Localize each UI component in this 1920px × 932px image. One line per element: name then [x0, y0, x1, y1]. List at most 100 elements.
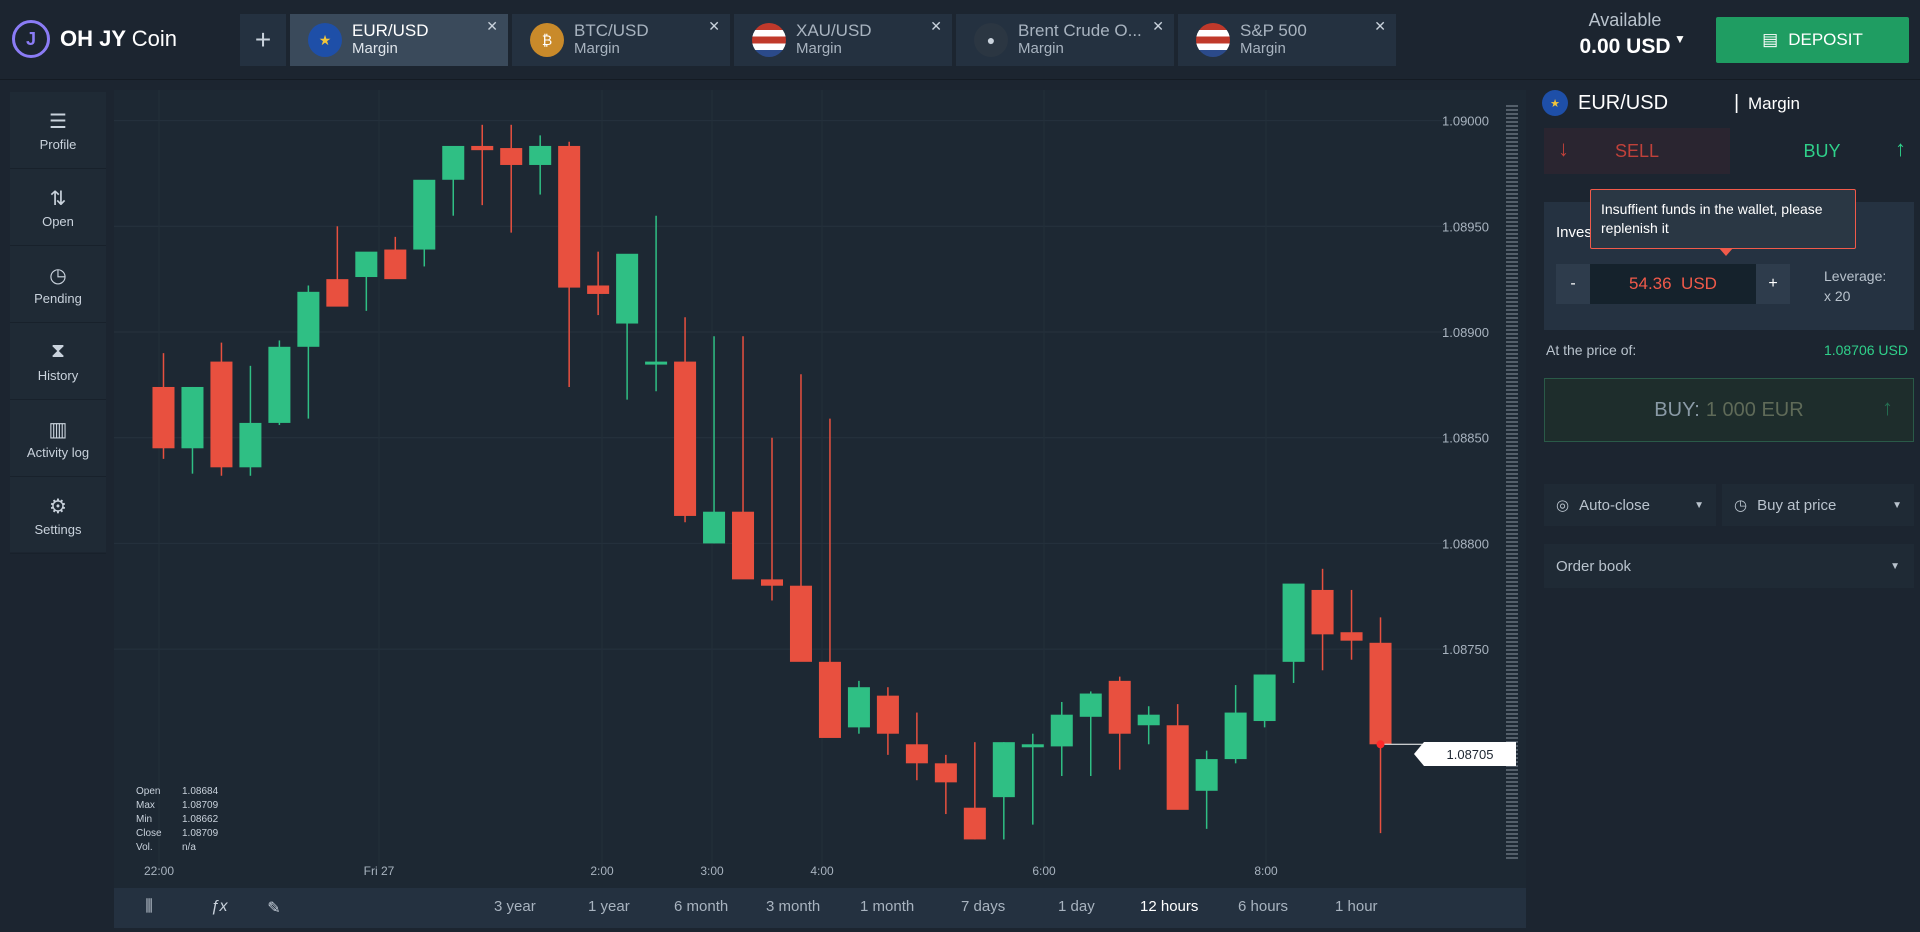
increase-button[interactable]: +: [1756, 264, 1790, 304]
ohlc-close-label: Close: [136, 828, 162, 839]
sidebar-item-label: Settings: [34, 521, 82, 537]
close-icon[interactable]: ✕: [708, 18, 720, 35]
tab-sub: Margin: [574, 40, 620, 57]
buy-button[interactable]: BUY ↑: [1730, 128, 1914, 174]
y-tick-label: 1.08950: [1442, 219, 1489, 234]
tab-sub: Margin: [352, 40, 398, 57]
x-tick-label: 22:00: [144, 864, 174, 878]
decrease-button[interactable]: -: [1556, 264, 1590, 304]
book-icon: ▥: [48, 418, 68, 441]
tab-sub: Margin: [796, 40, 842, 57]
order-book-dropdown[interactable]: Order book ▼: [1544, 544, 1914, 588]
tab-name: S&P 500: [1240, 21, 1307, 40]
tab-sub: Margin: [1018, 40, 1064, 57]
add-tab-button[interactable]: +: [240, 14, 286, 66]
sidebar-item-profile[interactable]: ☰ Profile: [10, 92, 106, 169]
candle-body: [674, 361, 697, 516]
indicators-fx-icon[interactable]: ƒx: [194, 898, 244, 916]
candle-body: [297, 291, 320, 347]
candles-tool-icon[interactable]: ⫼: [134, 898, 164, 916]
brush-icon[interactable]: ✎: [254, 898, 294, 918]
logo[interactable]: J OH JY Coin: [12, 20, 177, 58]
candle-body: [558, 145, 581, 288]
candle-body: [732, 511, 755, 580]
sidebar-item-open[interactable]: ⇅ Open: [10, 169, 106, 246]
current-price-label: 1.08705: [1414, 742, 1516, 766]
plus-icon: +: [254, 24, 272, 55]
timeframe-7-days[interactable]: 7 days: [961, 898, 1005, 915]
ohlc-vol: n/a: [182, 842, 196, 853]
ohlc-open-label: Open: [136, 786, 161, 797]
buy-at-price-dropdown[interactable]: ◷ Buy at price ▼: [1722, 484, 1914, 526]
balance[interactable]: Available 0.00 USD: [1560, 10, 1690, 59]
buy-submit-label: BUY:: [1654, 398, 1700, 421]
candle-body: [500, 148, 523, 165]
close-icon[interactable]: ✕: [1152, 18, 1164, 35]
candlestick-chart[interactable]: 1.09000 1.08950 1.08900 1.08850 1.08800 1.087…: [114, 90, 1526, 888]
x-tick-label: 3:00: [700, 864, 724, 878]
x-tick-label: 8:00: [1254, 864, 1278, 878]
candle-body: [152, 386, 175, 449]
candle-body: [1340, 632, 1363, 641]
bitcoin-icon: ₿: [530, 23, 564, 57]
sidebar-item-history[interactable]: ⧗ History: [10, 323, 106, 400]
leverage[interactable]: Leverage: x 20: [1824, 266, 1886, 306]
sell-button[interactable]: ↓ SELL: [1544, 128, 1730, 174]
chevron-down-icon[interactable]: ▼: [1674, 32, 1686, 46]
close-icon[interactable]: ✕: [930, 18, 942, 35]
chevron-down-icon: ▼: [1890, 560, 1900, 572]
oil-drop-icon: ●: [974, 23, 1008, 57]
close-icon[interactable]: ✕: [1374, 18, 1386, 35]
timeframe-3-year[interactable]: 3 year: [494, 898, 536, 915]
amount-input[interactable]: 54.36 USD: [1590, 264, 1756, 304]
timeframe-6-month[interactable]: 6 month: [674, 898, 728, 915]
candle-body: [760, 579, 784, 586]
deposit-button[interactable]: ▤ DEPOSIT: [1716, 17, 1909, 63]
chevron-down-icon: ▼: [1694, 499, 1704, 511]
price-chart[interactable]: 1.09000 1.08950 1.08900 1.08850 1.08800 1.087…: [114, 90, 1526, 888]
tab-xau-usd[interactable]: XAU/USD Margin ✕: [734, 14, 952, 66]
leverage-label: Leverage:: [1824, 268, 1887, 284]
y-tick-label: 1.08900: [1442, 325, 1489, 340]
close-icon[interactable]: ✕: [486, 18, 498, 35]
candle-body: [876, 695, 899, 734]
panel-pair: EUR/USD: [1578, 91, 1669, 114]
logo-text: OH JY Coin: [60, 26, 177, 51]
x-tick-label: 2:00: [590, 864, 614, 878]
hourglass-icon: ⧗: [50, 339, 66, 362]
x-tick-label: Fri 27: [364, 864, 395, 878]
timeframe-1-year[interactable]: 1 year: [588, 898, 630, 915]
timeframe-1-day[interactable]: 1 day: [1058, 898, 1095, 915]
candle-body: [616, 253, 639, 324]
arrow-down-icon: ↓: [1558, 136, 1569, 161]
timeframe-6-hours[interactable]: 6 hours: [1238, 898, 1288, 915]
tab-name: BTC/USD: [574, 21, 649, 40]
sidebar: ☰ Profile ⇅ Open ◷ Pending ⧗ History ▥ Activi…: [10, 92, 106, 554]
buy-submit-button[interactable]: BUY: 1 000 EUR ↑: [1544, 378, 1914, 442]
timeframe-1-hour[interactable]: 1 hour: [1335, 898, 1378, 915]
tab-eur-usd[interactable]: ★ EUR/USD Margin ✕: [290, 14, 508, 66]
sidebar-item-settings[interactable]: ⚙ Settings: [10, 477, 106, 554]
candle-body: [210, 361, 233, 468]
buy-submit-amount: 1 000 EUR: [1705, 398, 1804, 421]
candle-body: [818, 661, 841, 738]
sidebar-item-label: Pending: [34, 290, 82, 306]
candle-body: [442, 145, 465, 180]
timeframe-12-hours[interactable]: 12 hours: [1140, 898, 1198, 915]
candle-body: [1253, 674, 1276, 722]
tab-brent-crude[interactable]: ● Brent Crude O... Margin ✕: [956, 14, 1174, 66]
timeframe-bar: ⫼ ƒx ✎ 3 year 1 year 6 month 3 month 1 m…: [114, 888, 1526, 928]
timeframe-3-month[interactable]: 3 month: [766, 898, 820, 915]
candle-body: [268, 346, 291, 423]
amount-value: 54.36: [1629, 274, 1672, 293]
tab-sp500[interactable]: S&P 500 Margin ✕: [1178, 14, 1396, 66]
timeframe-1-month[interactable]: 1 month: [860, 898, 914, 915]
candle-body: [355, 251, 378, 278]
sidebar-item-pending[interactable]: ◷ Pending: [10, 246, 106, 323]
y-tick-label: 1.09000: [1442, 114, 1489, 129]
panel-header: ★ EUR/USD: [1542, 90, 1668, 116]
sidebar-item-activity-log[interactable]: ▥ Activity log: [10, 400, 106, 477]
candle-body: [905, 744, 928, 764]
tab-btc-usd[interactable]: ₿ BTC/USD Margin ✕: [512, 14, 730, 66]
auto-close-dropdown[interactable]: ◎ Auto-close ▼: [1544, 484, 1716, 526]
